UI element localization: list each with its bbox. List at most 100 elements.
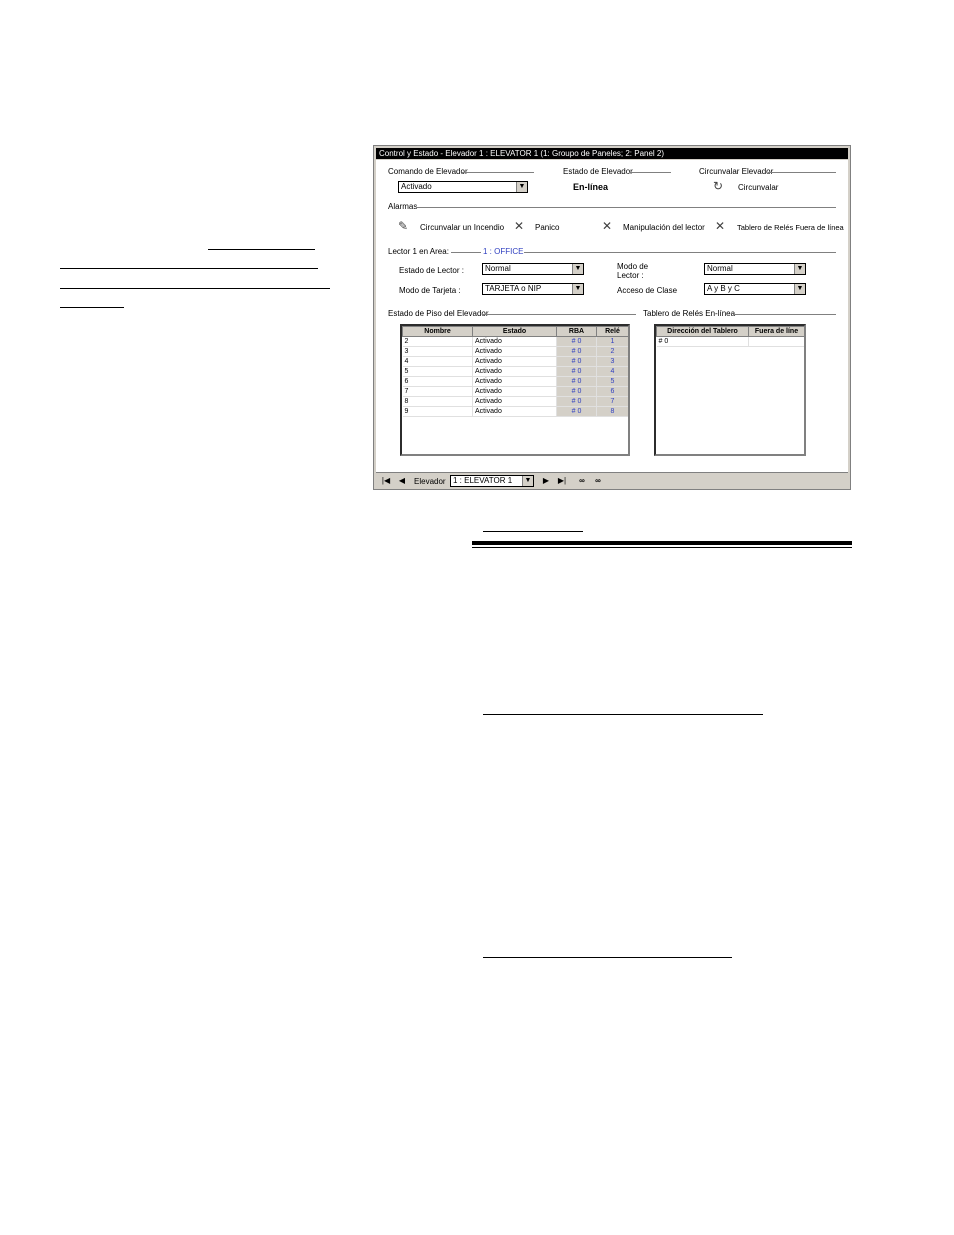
chevron-down-icon[interactable]: ▼ <box>794 264 805 274</box>
section-rule-thick <box>472 541 852 545</box>
table-row[interactable]: 5 Activado # 04 <box>402 366 628 377</box>
class-access-label: Acceso de Clase <box>617 286 678 295</box>
refresh-icon[interactable]: ↻ <box>713 180 723 192</box>
card-mode-select[interactable]: TARJETA o NIP ▼ <box>482 283 584 295</box>
table-row[interactable]: 6 Activado # 05 <box>402 376 628 387</box>
underline-4 <box>60 307 124 308</box>
cell-relay: 8 <box>596 406 628 417</box>
command-select-value: Activado <box>401 182 432 191</box>
x-icon: ✕ <box>514 219 525 233</box>
floor-state-group-line <box>482 314 636 315</box>
navigator-select[interactable]: 1 : ELEVATOR 1 ▼ <box>450 475 534 487</box>
cell-name: 3 <box>402 346 473 357</box>
last-record-icon[interactable]: ▶| <box>556 475 568 487</box>
cell-state: Activado <box>472 406 557 417</box>
reader-mode-select[interactable]: Normal ▼ <box>704 263 806 275</box>
cell-rba: # 0 <box>556 336 597 347</box>
cell-relay: 2 <box>596 346 628 357</box>
cell-name: 6 <box>402 376 473 387</box>
table-row[interactable]: 7 Activado # 06 <box>402 386 628 397</box>
alarms-group-line <box>416 207 836 208</box>
underline-6 <box>483 714 763 715</box>
cell-name: 9 <box>402 406 473 417</box>
first-record-icon[interactable]: |◀ <box>380 475 392 487</box>
cell-board-address: # 0 <box>656 336 749 347</box>
control-status-window: Control y Estado - Elevador 1 : ELEVATOR… <box>373 145 851 490</box>
table-row[interactable]: 2 Activado # 01 <box>402 336 628 347</box>
table-row[interactable]: 3 Activado # 02 <box>402 346 628 357</box>
cell-relay: 6 <box>596 386 628 397</box>
binoculars-icon[interactable]: ∞ <box>576 475 588 487</box>
navigator-select-value: 1 : ELEVATOR 1 <box>453 476 513 485</box>
chevron-down-icon[interactable]: ▼ <box>516 182 527 192</box>
column-header-state[interactable]: Estado <box>472 326 557 337</box>
reader-area-link[interactable]: 1 : OFFICE <box>483 247 523 257</box>
column-header-board-address[interactable]: Dirección del Tablero <box>656 326 749 337</box>
column-header-rba[interactable]: RBA <box>556 326 597 337</box>
class-access-select[interactable]: A y B y C ▼ <box>704 283 806 295</box>
cell-relay: 4 <box>596 366 628 377</box>
next-record-icon[interactable]: ▶ <box>540 475 552 487</box>
reader-group-line-a <box>451 252 481 253</box>
chevron-down-icon[interactable]: ▼ <box>572 264 583 274</box>
column-header-name[interactable]: Nombre <box>402 326 473 337</box>
cell-name: 8 <box>402 396 473 407</box>
cell-relay: 5 <box>596 376 628 387</box>
cell-state: Activado <box>472 356 557 367</box>
cell-rba: # 0 <box>556 356 597 367</box>
chevron-down-icon[interactable]: ▼ <box>522 476 533 486</box>
previous-record-icon[interactable]: ◀ <box>396 475 408 487</box>
chevron-down-icon[interactable]: ▼ <box>794 284 805 294</box>
cell-rba: # 0 <box>556 366 597 377</box>
floor-state-group-label: Estado de Piso del Elevador <box>388 309 489 318</box>
bypass-group-label: Circunvalar Elevador <box>699 167 774 176</box>
reader-mode-label: Modo de Lector : <box>617 262 649 280</box>
table-header-row: Dirección del Tablero Fuera de líne <box>656 326 804 337</box>
fire-bypass-icon: ✎ <box>398 219 409 233</box>
window-title: Control y Estado - Elevador 1 : ELEVATOR… <box>376 148 848 159</box>
elevator-status-value: En-línea <box>573 182 609 192</box>
table-row[interactable]: 4 Activado # 03 <box>402 356 628 367</box>
cell-name: 4 <box>402 356 473 367</box>
cell-state: Activado <box>472 336 557 347</box>
column-header-offline[interactable]: Fuera de líne <box>748 326 804 337</box>
relay-boards-table[interactable]: Dirección del Tablero Fuera de líne # 0 <box>654 324 806 456</box>
chevron-down-icon[interactable]: ▼ <box>572 284 583 294</box>
cell-name: 2 <box>402 336 473 347</box>
state-group-line <box>629 172 671 173</box>
reader-state-select[interactable]: Normal ▼ <box>482 263 584 275</box>
cell-rba: # 0 <box>556 386 597 397</box>
command-group-line <box>462 172 534 173</box>
cell-relay: 7 <box>596 396 628 407</box>
window-body: Comando de Elevador Activado ▼ Estado de… <box>376 160 848 488</box>
card-mode-label: Modo de Tarjeta : <box>399 286 461 295</box>
relay-boards-group-label: Tablero de Relés En-línea <box>643 309 736 318</box>
table-row[interactable]: 9 Activado # 08 <box>402 406 628 417</box>
cell-rba: # 0 <box>556 406 597 417</box>
table-row[interactable]: 8 Activado # 07 <box>402 396 628 407</box>
reader-state-value: Normal <box>485 264 511 273</box>
cell-state: Activado <box>472 386 557 397</box>
cell-state: Activado <box>472 396 557 407</box>
column-header-relay[interactable]: Relé <box>596 326 628 337</box>
x-icon: ✕ <box>602 219 613 233</box>
alarm-tamper-label: Manipulación del lector <box>623 223 705 232</box>
table-header-row: Nombre Estado RBA Relé <box>402 326 628 337</box>
floor-state-table[interactable]: Nombre Estado RBA Relé 2 Activado # 01 3 Ac… <box>400 324 630 456</box>
alarm-fire-label: Circunvalar un Incendio <box>420 223 505 232</box>
alarms-group-label: Alarmas <box>388 202 418 211</box>
underline-7 <box>483 957 732 958</box>
bypass-button-label[interactable]: Circunvalar <box>738 183 778 193</box>
command-select[interactable]: Activado ▼ <box>398 181 528 193</box>
underline-5 <box>483 531 583 532</box>
table-row[interactable]: # 0 <box>656 336 804 347</box>
bypass-group-line <box>768 172 836 173</box>
cell-offline <box>748 336 804 347</box>
binoculars-next-icon[interactable]: ∞ <box>592 475 604 487</box>
cell-state: Activado <box>472 366 557 377</box>
cell-rba: # 0 <box>556 396 597 407</box>
alarm-relay-offline-label: Tablero de Relés Fuera de línea <box>737 223 844 232</box>
cell-name: 5 <box>402 366 473 377</box>
cell-relay: 3 <box>596 356 628 367</box>
underline-2 <box>60 268 318 269</box>
